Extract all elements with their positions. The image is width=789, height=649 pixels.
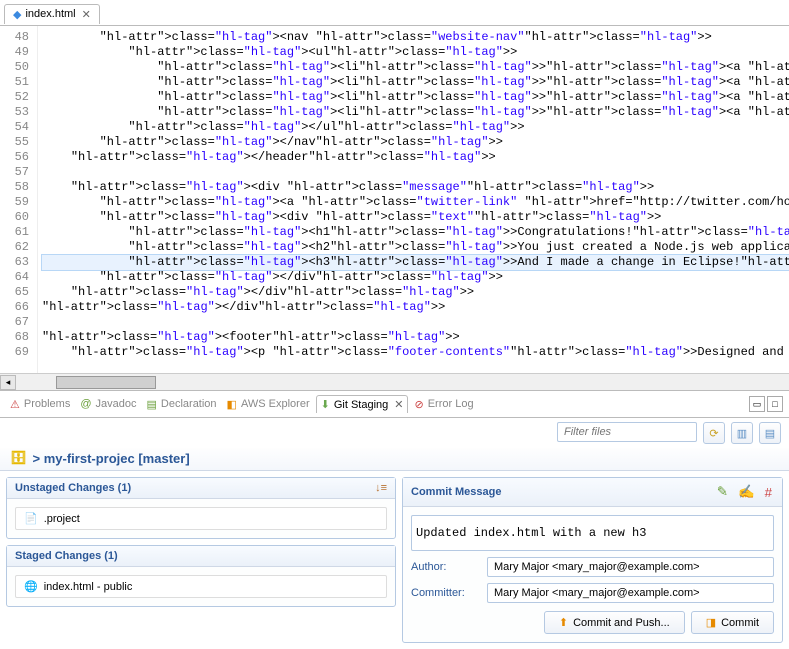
declaration-icon: ▤ [147,398,157,411]
repo-name: > my-first-projec [master] [33,451,190,466]
problems-icon: ⚠ [10,398,20,411]
tab-problems[interactable]: ⚠ Problems [6,396,74,413]
scrollbar-thumb[interactable] [56,376,156,389]
staged-file-item[interactable]: 🌐 index.html - public [15,575,387,598]
refresh-button[interactable]: ⟳ [703,422,725,444]
sort-button[interactable]: ↓≡ [375,482,387,494]
code-editor[interactable]: 4849505152535455565758596061626364656667… [0,26,789,373]
file-label: index.html - public [44,581,133,593]
group-title: Staged Changes (1) [15,550,118,562]
file-icon: ◆ [13,8,21,21]
author-input[interactable] [487,557,774,577]
code-text[interactable]: "hl-attr">class="hl-tag"><nav "hl-attr">… [38,26,789,373]
aws-icon: ◧ [227,398,237,411]
editor-tab-bar: ◆ index.html ✕ ▭ □ [0,0,789,26]
layout-horizontal-button[interactable]: ▥ [731,422,753,444]
bottom-tab-bar: ⚠ Problems @ Javadoc ▤ Declaration ◧ AWS… [0,391,789,418]
file-icon: 🌐 [24,580,38,593]
committer-input[interactable] [487,583,774,603]
tab-error-log[interactable]: ⊘ Error Log [410,396,477,413]
author-label: Author: [411,561,481,573]
error-log-icon: ⊘ [414,398,423,411]
unstaged-changes-group: Unstaged Changes (1) ↓≡ 📄 .project [6,477,396,539]
layout-vertical-button[interactable]: ▤ [759,422,781,444]
commit-message-group: Commit Message ✎ ✍ # Author: Committer: [402,477,783,643]
line-number-gutter: 4849505152535455565758596061626364656667… [0,26,38,373]
tab-aws-explorer[interactable]: ◧ AWS Explorer [223,396,314,413]
unstaged-file-item[interactable]: 📄 .project [15,507,387,530]
changeid-button[interactable]: # [763,482,774,502]
scroll-left-icon[interactable]: ◂ [0,375,16,390]
bottom-panel: ⚠ Problems @ Javadoc ▤ Declaration ◧ AWS… [0,390,789,648]
amend-button[interactable]: ✎ [715,482,730,502]
editor-tab-label: index.html [25,8,75,20]
signoff-button[interactable]: ✍ [736,482,757,502]
horizontal-scrollbar[interactable]: ◂ ▸ [0,373,789,390]
commit-message-input[interactable] [411,515,774,551]
staged-changes-group: Staged Changes (1) 🌐 index.html - public [6,545,396,607]
editor-tab-index-html[interactable]: ◆ index.html ✕ [4,4,100,24]
tab-javadoc[interactable]: @ Javadoc [76,396,140,412]
git-icon: ⬇ [321,398,330,411]
maximize-icon[interactable]: □ [767,396,783,412]
javadoc-icon: @ [80,398,91,410]
file-icon: 📄 [24,512,38,525]
file-label: .project [44,513,80,525]
commit-icon: ◨ [706,616,716,629]
close-icon[interactable]: ✕ [394,398,403,411]
minimize-icon[interactable]: ▭ [749,396,765,412]
editor-pane: ◆ index.html ✕ ▭ □ 484950515253545556575… [0,0,789,390]
tab-git-staging[interactable]: ⬇ Git Staging ✕ [316,395,409,413]
repo-icon: 🗄 [10,450,27,466]
group-title: Unstaged Changes (1) [15,482,131,494]
close-icon[interactable]: ✕ [82,8,91,21]
commit-button[interactable]: ◨ Commit [691,611,774,634]
group-title: Commit Message [411,486,501,498]
committer-label: Committer: [411,587,481,599]
filter-files-input[interactable] [557,422,697,442]
commit-and-push-button[interactable]: ⬆ Commit and Push... [544,611,685,634]
commit-push-icon: ⬆ [559,616,568,629]
tab-declaration[interactable]: ▤ Declaration [143,396,221,413]
